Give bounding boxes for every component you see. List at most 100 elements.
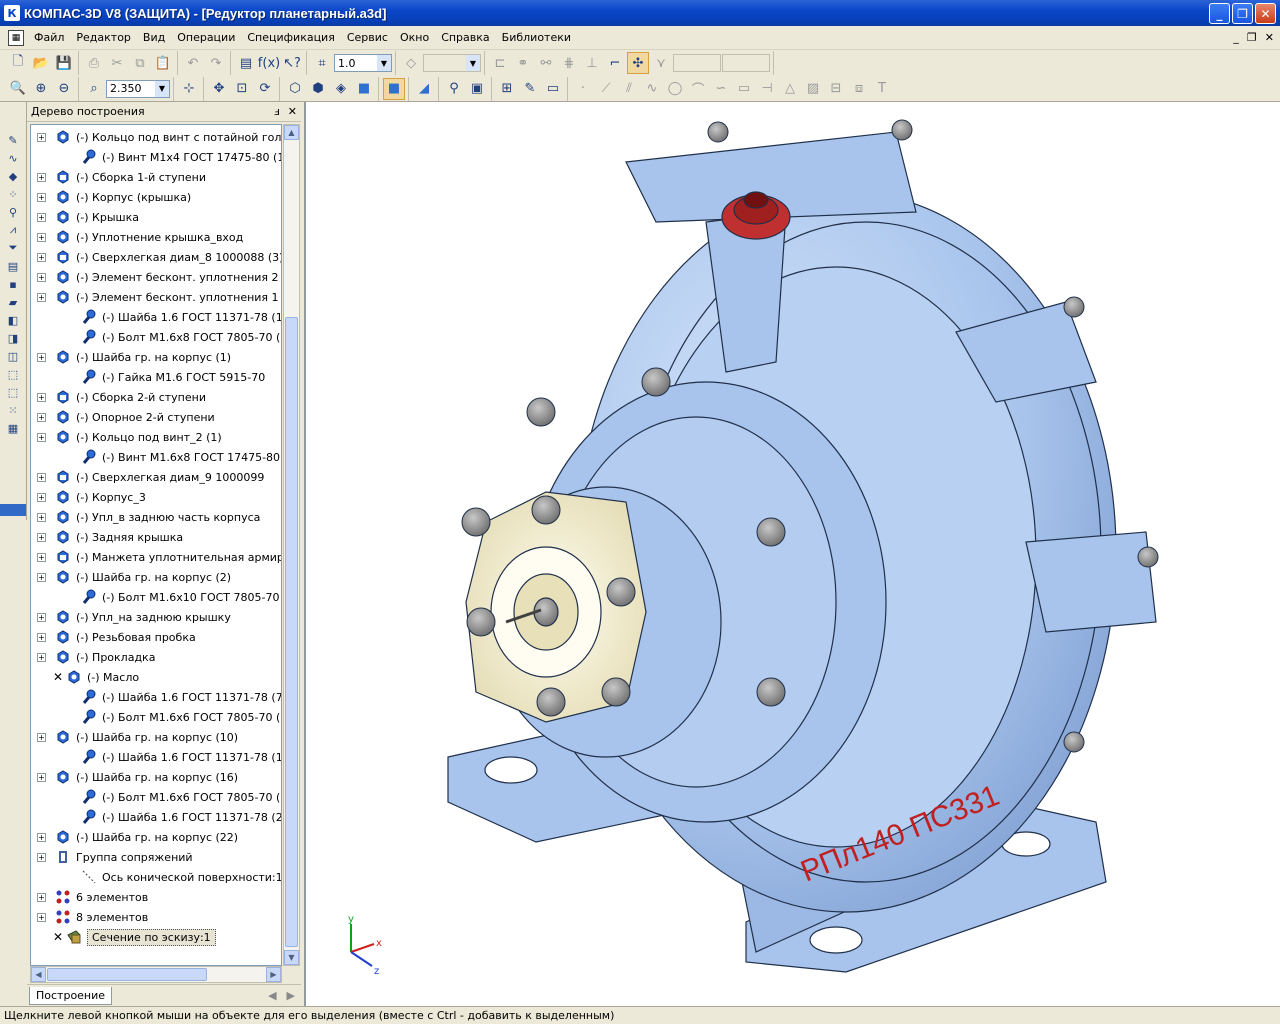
tree-item[interactable]: (-) Болт М1.6х10 ГОСТ 7805-70 (1) [45, 587, 281, 607]
measure-icon[interactable]: ⊞ [496, 78, 518, 100]
halftone-icon[interactable]: ■ [353, 78, 375, 100]
folder-icon[interactable]: ▰ [3, 294, 23, 310]
tree-item[interactable]: + (-) Шайба гр. на корпус (22) [31, 827, 238, 847]
tree-item[interactable]: + (-) Элемент бесконт. уплотнения 1 [31, 287, 279, 307]
tree-item[interactable]: (-) Болт М1.6х6 ГОСТ 7805-70 (7) [45, 787, 281, 807]
tree-item[interactable]: +6 элементов [31, 887, 148, 907]
mate-icon[interactable]: ◫ [3, 348, 23, 364]
zoom-scale-icon[interactable]: ⌕ [83, 78, 105, 100]
scroll-thumb[interactable] [285, 317, 298, 947]
expand-toggle[interactable]: + [37, 572, 46, 582]
tree-item[interactable]: + (-) Опорное 2-й ступени [31, 407, 215, 427]
tree-item[interactable]: + (-) Элемент бесконт. уплотнения 2 [31, 267, 279, 287]
orientation-icon[interactable]: ⊹ [178, 78, 200, 100]
tree-item[interactable]: + (-) Шайба гр. на корпус (2) [31, 567, 231, 587]
text-icon[interactable]: T [871, 78, 893, 100]
app-icon[interactable]: К [4, 5, 20, 21]
scroll-up-icon[interactable]: ▲ [284, 125, 299, 140]
tree-item[interactable]: + (-) Кольцо под винт_2 (1) [31, 427, 222, 447]
line-icon[interactable]: ⟋ [595, 78, 617, 100]
paste-icon[interactable]: 📋 [152, 52, 174, 74]
expand-toggle[interactable]: + [37, 852, 46, 862]
copy-object-icon[interactable]: ⧈ [848, 78, 870, 100]
manager-icon[interactable]: ▤ [235, 52, 257, 74]
tree-item[interactable]: + (-) Сверхлегкая диам_9 1000099 [31, 467, 264, 487]
layer-icon[interactable]: ◇ [400, 52, 422, 74]
curve-icon[interactable]: ∽ [710, 78, 732, 100]
assembly-icon[interactable]: ◧ [3, 312, 23, 328]
dimension-icon[interactable]: ⊣ [756, 78, 778, 100]
filter-icon[interactable]: ⏷ [3, 240, 23, 256]
expand-toggle[interactable]: + [37, 472, 46, 482]
expand-toggle[interactable]: + [37, 532, 46, 542]
pin-icon[interactable]: ⅎ [274, 105, 280, 118]
circle-icon[interactable]: ◯ [664, 78, 686, 100]
expand-toggle[interactable]: + [37, 652, 46, 662]
tree-item[interactable]: + (-) Упл_в заднюю часть корпуса [31, 507, 260, 527]
expand-toggle[interactable]: + [37, 392, 46, 402]
chevron-down-icon[interactable]: ▼ [155, 80, 169, 97]
perspective-icon[interactable]: ◢ [413, 78, 435, 100]
coordinate-icon[interactable]: ⊥ [581, 52, 603, 74]
expand-toggle[interactable]: + [37, 292, 46, 302]
zoom-window-icon[interactable]: 🔍 [7, 78, 29, 100]
snap-grid-icon[interactable]: ⌗ [311, 52, 333, 74]
mdi-restore-button[interactable]: ❐ [1247, 31, 1257, 44]
solid-icon[interactable]: ▪ [3, 276, 23, 292]
expand-toggle[interactable]: + [37, 492, 46, 502]
undo-icon[interactable]: ↶ [182, 52, 204, 74]
tree-item[interactable]: (-) Шайба 1.6 ГОСТ 11371-78 (1) [45, 307, 281, 327]
tree-item[interactable]: + (-) Шайба гр. на корпус (16) [31, 767, 238, 787]
model-tree[interactable]: + (-) Кольцо под винт с потайной головкой… [30, 124, 282, 966]
round-icon[interactable]: ⋎ [650, 52, 672, 74]
expand-toggle[interactable]: + [37, 272, 46, 282]
tree-item[interactable]: (-) Болт М1.6х6 ГОСТ 7805-70 (1) [45, 707, 281, 727]
tree-item[interactable]: + (-) Корпус_3 [31, 487, 146, 507]
attach-icon[interactable]: ⚲ [3, 204, 23, 220]
scroll-right-icon[interactable]: ▶ [266, 967, 281, 982]
close-button[interactable]: ✕ [1255, 3, 1276, 24]
tree-item[interactable]: (-) Гайка М1.6 ГОСТ 5915-70 [45, 367, 265, 387]
tree-item[interactable]: + (-) Шайба гр. на корпус (10) [31, 727, 238, 747]
tree-item[interactable]: (-) Шайба 1.6 ГОСТ 11371-78 (13) [45, 747, 281, 767]
tree-item[interactable]: (-) Шайба 1.6 ГОСТ 11371-78 (7) [45, 687, 281, 707]
hidden-lines-icon[interactable]: ⬢ [307, 78, 329, 100]
component-icon[interactable]: ◨ [3, 330, 23, 346]
chevron-down-icon[interactable]: ▼ [377, 55, 391, 71]
variables-icon[interactable]: f(x) [258, 52, 280, 74]
curves-icon[interactable]: ∿ [3, 150, 23, 166]
scroll-left-icon[interactable]: ◀ [31, 967, 46, 982]
report-icon[interactable]: ▦ [3, 420, 23, 436]
expand-toggle[interactable]: + [37, 172, 46, 182]
expand-toggle[interactable]: + [37, 132, 46, 142]
tree-item[interactable]: (-) Винт М1.6х8 ГОСТ 17475-80 (1) [45, 447, 281, 467]
tree-item[interactable]: (-) Винт М1х4 ГОСТ 17475-80 (1) [45, 147, 281, 167]
thin-lines-icon[interactable]: ◈ [330, 78, 352, 100]
spline-icon[interactable]: ∿ [641, 78, 663, 100]
arc-icon[interactable]: ⌒ [687, 78, 709, 100]
zoom-in-icon[interactable]: ⊕ [30, 78, 52, 100]
triangle-icon[interactable]: △ [779, 78, 801, 100]
reference-icon[interactable]: ⚲ [443, 78, 465, 100]
rectangle-icon[interactable]: ▭ [733, 78, 755, 100]
tree-item[interactable]: + (-) Задняя крышка [31, 527, 183, 547]
tree-item[interactable]: + (-) Корпус (крышка) [31, 187, 191, 207]
menu-specification[interactable]: Спецификация [241, 31, 340, 44]
menu-help[interactable]: Справка [435, 31, 495, 44]
tree-item[interactable]: ✕ (-) Масло [31, 667, 139, 687]
pan-icon[interactable]: ✥ [208, 78, 230, 100]
edit-tools-icon[interactable]: ✎ [3, 132, 23, 148]
open-file-icon[interactable]: 📂 [30, 52, 52, 74]
gearbox-model[interactable]: РПл140 ПС331 y x z [306, 102, 1280, 1006]
sketch-icon[interactable]: ⩘ [3, 222, 23, 238]
properties-icon[interactable]: ▣ [466, 78, 488, 100]
step-combo[interactable]: 1.0 ▼ [334, 54, 392, 72]
list-icon[interactable]: ▤ [3, 258, 23, 274]
wireframe-icon[interactable]: ⬡ [284, 78, 306, 100]
zoom-out-icon[interactable]: ⊖ [53, 78, 75, 100]
tab-prev-icon[interactable]: ◀ [268, 989, 276, 1002]
tree-item[interactable]: + (-) Шайба гр. на корпус (1) [31, 347, 231, 367]
expand-toggle[interactable]: + [37, 772, 46, 782]
minimize-button[interactable]: _ [1209, 3, 1230, 24]
tree-item[interactable]: (-) Болт М1.6х8 ГОСТ 7805-70 (1) [45, 327, 281, 347]
